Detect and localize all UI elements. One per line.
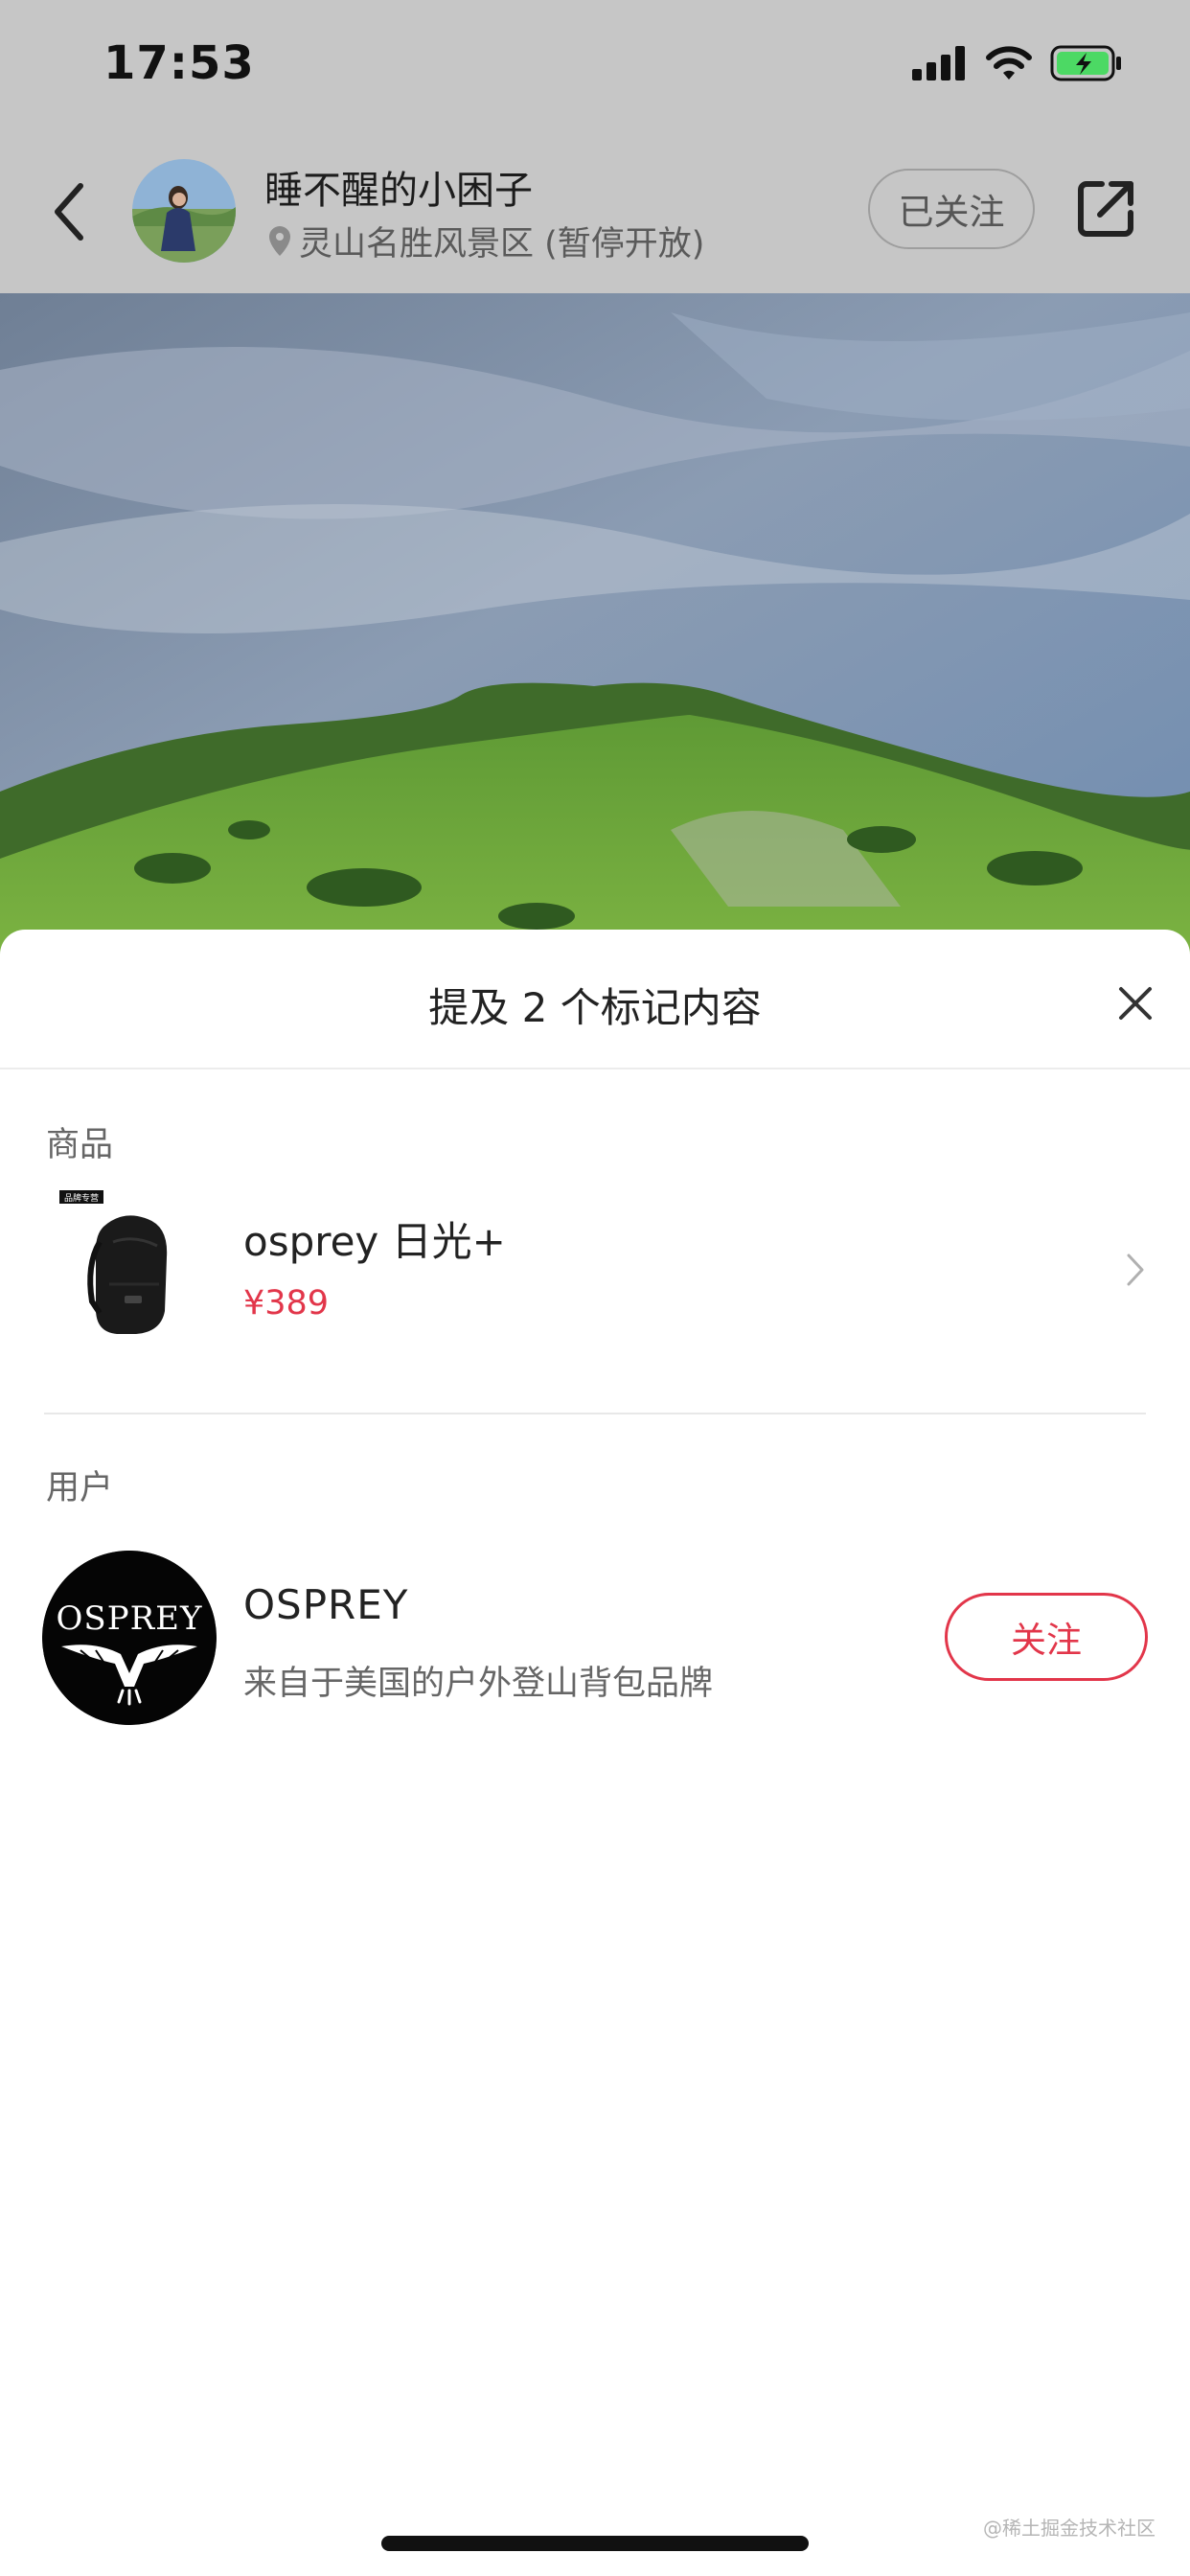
share-icon: [1078, 181, 1133, 237]
status-icons: [912, 44, 1123, 82]
author-name[interactable]: 睡不醒的小困子: [264, 159, 533, 215]
user-section-label: 用户: [46, 1469, 114, 1507]
sheet-title: 提及 2 个标记内容: [428, 984, 762, 1031]
chevron-right-icon: [1127, 1254, 1144, 1286]
product-section-label: 商品: [46, 1126, 114, 1164]
mention-sheet: 提及 2 个标记内容 商品 品牌专营 osprey 日光+ ¥389 用户 OS…: [0, 930, 1190, 2576]
section-divider: [44, 1413, 1146, 1414]
osprey-logo-text: OSPREY: [57, 1599, 203, 1638]
share-button[interactable]: [1073, 174, 1140, 242]
location-tag[interactable]: 灵山名胜风景区 (暂停开放): [266, 217, 704, 265]
user-item[interactable]: OSPREY OSPREY 来自于美国的户外登山背包品牌 关注: [0, 1551, 1190, 1733]
post-header: 睡不醒的小困子 灵山名胜风景区 (暂停开放) 已关注: [0, 144, 1190, 278]
user-name: OSPREY: [243, 1581, 409, 1628]
product-chevron: [1121, 1246, 1150, 1294]
followed-button[interactable]: 已关注: [868, 169, 1035, 249]
post-background: 17:53 睡不醒的小困子 灵山名胜风景区 (暂停开放) 已关注: [0, 0, 1190, 958]
product-price: ¥389: [243, 1284, 330, 1322]
battery-charging-icon: [1050, 45, 1121, 81]
product-name: osprey 日光+: [243, 1218, 506, 1265]
sheet-header: 提及 2 个标记内容: [0, 930, 1190, 1070]
status-bar: 17:53: [0, 0, 1190, 134]
product-thumbnail: 品牌专营: [46, 1188, 190, 1351]
osprey-logo-avatar[interactable]: OSPREY: [42, 1551, 217, 1725]
status-time: 17:53: [103, 36, 255, 90]
follow-button[interactable]: 关注: [945, 1593, 1148, 1681]
product-item[interactable]: 品牌专营 osprey 日光+ ¥389: [0, 1188, 1190, 1390]
close-button[interactable]: [1111, 979, 1159, 1027]
chevron-left-icon: [55, 183, 83, 241]
product-badge: 品牌专营: [64, 1192, 99, 1204]
close-icon: [1119, 987, 1152, 1020]
watermark: @稀土掘金技术社区: [983, 2517, 1156, 2540]
location-label: 灵山名胜风景区 (暂停开放): [299, 225, 705, 264]
wifi-icon: [986, 46, 1032, 80]
cellular-signal-icon: [912, 46, 965, 80]
back-button[interactable]: [44, 178, 96, 245]
author-avatar[interactable]: [132, 159, 236, 263]
post-photo[interactable]: [0, 293, 1190, 958]
user-description: 来自于美国的户外登山背包品牌: [243, 1665, 714, 1703]
location-pin-icon: [269, 225, 290, 256]
home-indicator[interactable]: [381, 2536, 809, 2551]
